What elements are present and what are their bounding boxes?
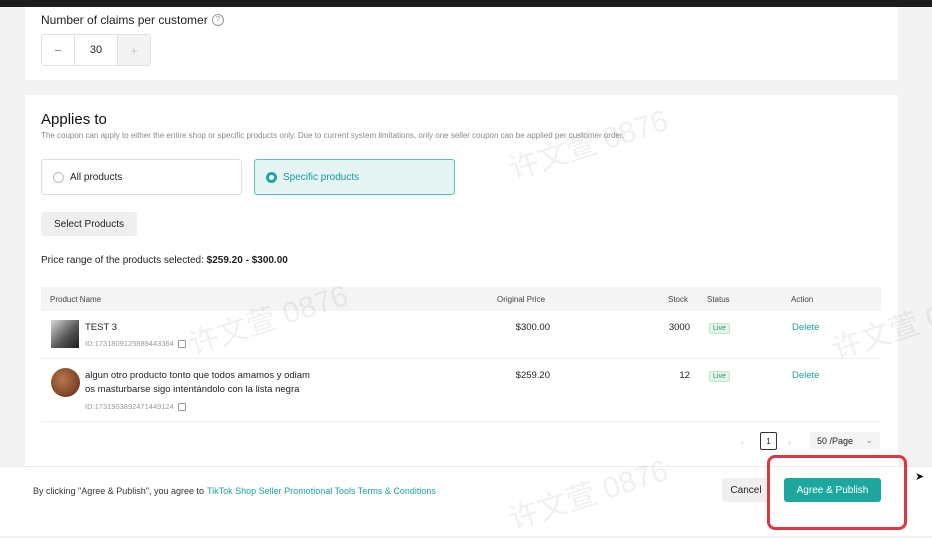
claims-value-input[interactable]: 30 bbox=[75, 35, 117, 65]
claims-stepper: − 30 + bbox=[41, 34, 151, 66]
increment-button[interactable]: + bbox=[117, 35, 150, 65]
stock: 3000 bbox=[668, 322, 690, 333]
delete-link[interactable]: Delete bbox=[792, 370, 819, 381]
copy-icon[interactable] bbox=[177, 402, 186, 411]
all-products-option[interactable]: All products bbox=[41, 159, 242, 195]
original-price: $300.00 bbox=[515, 322, 550, 333]
terms-link[interactable]: TikTok Shop Seller Promotional Tools Ter… bbox=[207, 486, 436, 496]
radio-checked-icon[interactable] bbox=[266, 171, 277, 183]
page-size-select[interactable]: 50 /Page ⌄ bbox=[810, 432, 880, 449]
prev-page-icon[interactable]: ‹ bbox=[741, 437, 744, 447]
original-price: $259.20 bbox=[515, 370, 550, 381]
product-name-line: os masturbarse sigo intentándolo con la … bbox=[85, 384, 300, 395]
price-range-value: $259.20 - $300.00 bbox=[206, 255, 288, 266]
cancel-button[interactable]: Cancel bbox=[722, 478, 770, 502]
applies-title: Applies to bbox=[41, 111, 107, 128]
help-icon[interactable]: ? bbox=[211, 14, 224, 26]
col-stock: Stock bbox=[668, 295, 689, 304]
specific-products-option[interactable]: Specific products bbox=[254, 159, 455, 195]
col-product-name: Product Name bbox=[50, 295, 102, 304]
terms-prefix: By clicking "Agree & Publish", you agree… bbox=[33, 486, 204, 496]
copy-icon[interactable] bbox=[177, 339, 186, 348]
all-products-label: All products bbox=[70, 171, 123, 183]
table-row: TEST 3 ID:1731809125889443364 $300.00 30… bbox=[41, 311, 881, 359]
delete-link[interactable]: Delete bbox=[792, 322, 819, 333]
product-thumbnail bbox=[51, 368, 80, 397]
decrement-button[interactable]: − bbox=[42, 35, 75, 65]
price-range-label: Price range of the products selected: bbox=[41, 255, 207, 266]
product-id: ID:1731809125889443364 bbox=[85, 339, 186, 348]
page-number-button[interactable]: 1 bbox=[760, 432, 777, 450]
product-name: TEST 3 bbox=[85, 322, 118, 333]
claims-label: Number of claims per customer ? bbox=[41, 13, 224, 27]
product-id-text: ID:1731809125889443364 bbox=[85, 339, 174, 348]
select-products-button[interactable]: Select Products bbox=[41, 212, 137, 236]
product-name-line: algun otro producto tonto que todos amam… bbox=[85, 370, 310, 381]
price-range: Price range of the products selected: $2… bbox=[41, 255, 288, 266]
specific-products-label: Specific products bbox=[283, 171, 360, 183]
terms-text: By clicking "Agree & Publish", you agree… bbox=[33, 486, 436, 496]
status-badge: Live bbox=[709, 371, 730, 382]
top-bar bbox=[0, 0, 932, 7]
table-header: Product Name Original Price Stock Status… bbox=[41, 287, 881, 311]
col-action: Action bbox=[791, 295, 814, 304]
chevron-down-icon: ⌄ bbox=[865, 435, 873, 445]
applies-description: The coupon can apply to either the entir… bbox=[41, 131, 625, 140]
table-row: algun otro producto tonto que todos amam… bbox=[41, 359, 881, 422]
next-page-icon[interactable]: › bbox=[788, 437, 791, 447]
stock: 12 bbox=[679, 370, 690, 381]
product-thumbnail bbox=[51, 320, 79, 348]
status-badge: Live bbox=[709, 323, 730, 334]
cursor-icon: ➤ bbox=[915, 471, 925, 483]
page-size-label: 50 /Page bbox=[817, 435, 854, 446]
col-status: Status bbox=[707, 295, 730, 304]
product-id: ID:1731903892471449124 bbox=[85, 402, 186, 411]
product-id-text: ID:1731903892471449124 bbox=[85, 402, 174, 411]
product-name: algun otro producto tonto que todos amam… bbox=[85, 369, 310, 397]
col-original-price: Original Price bbox=[497, 295, 546, 304]
radio-unchecked-icon[interactable] bbox=[53, 171, 64, 183]
claims-label-text: Number of claims per customer bbox=[41, 13, 208, 27]
highlight-box bbox=[767, 455, 907, 530]
